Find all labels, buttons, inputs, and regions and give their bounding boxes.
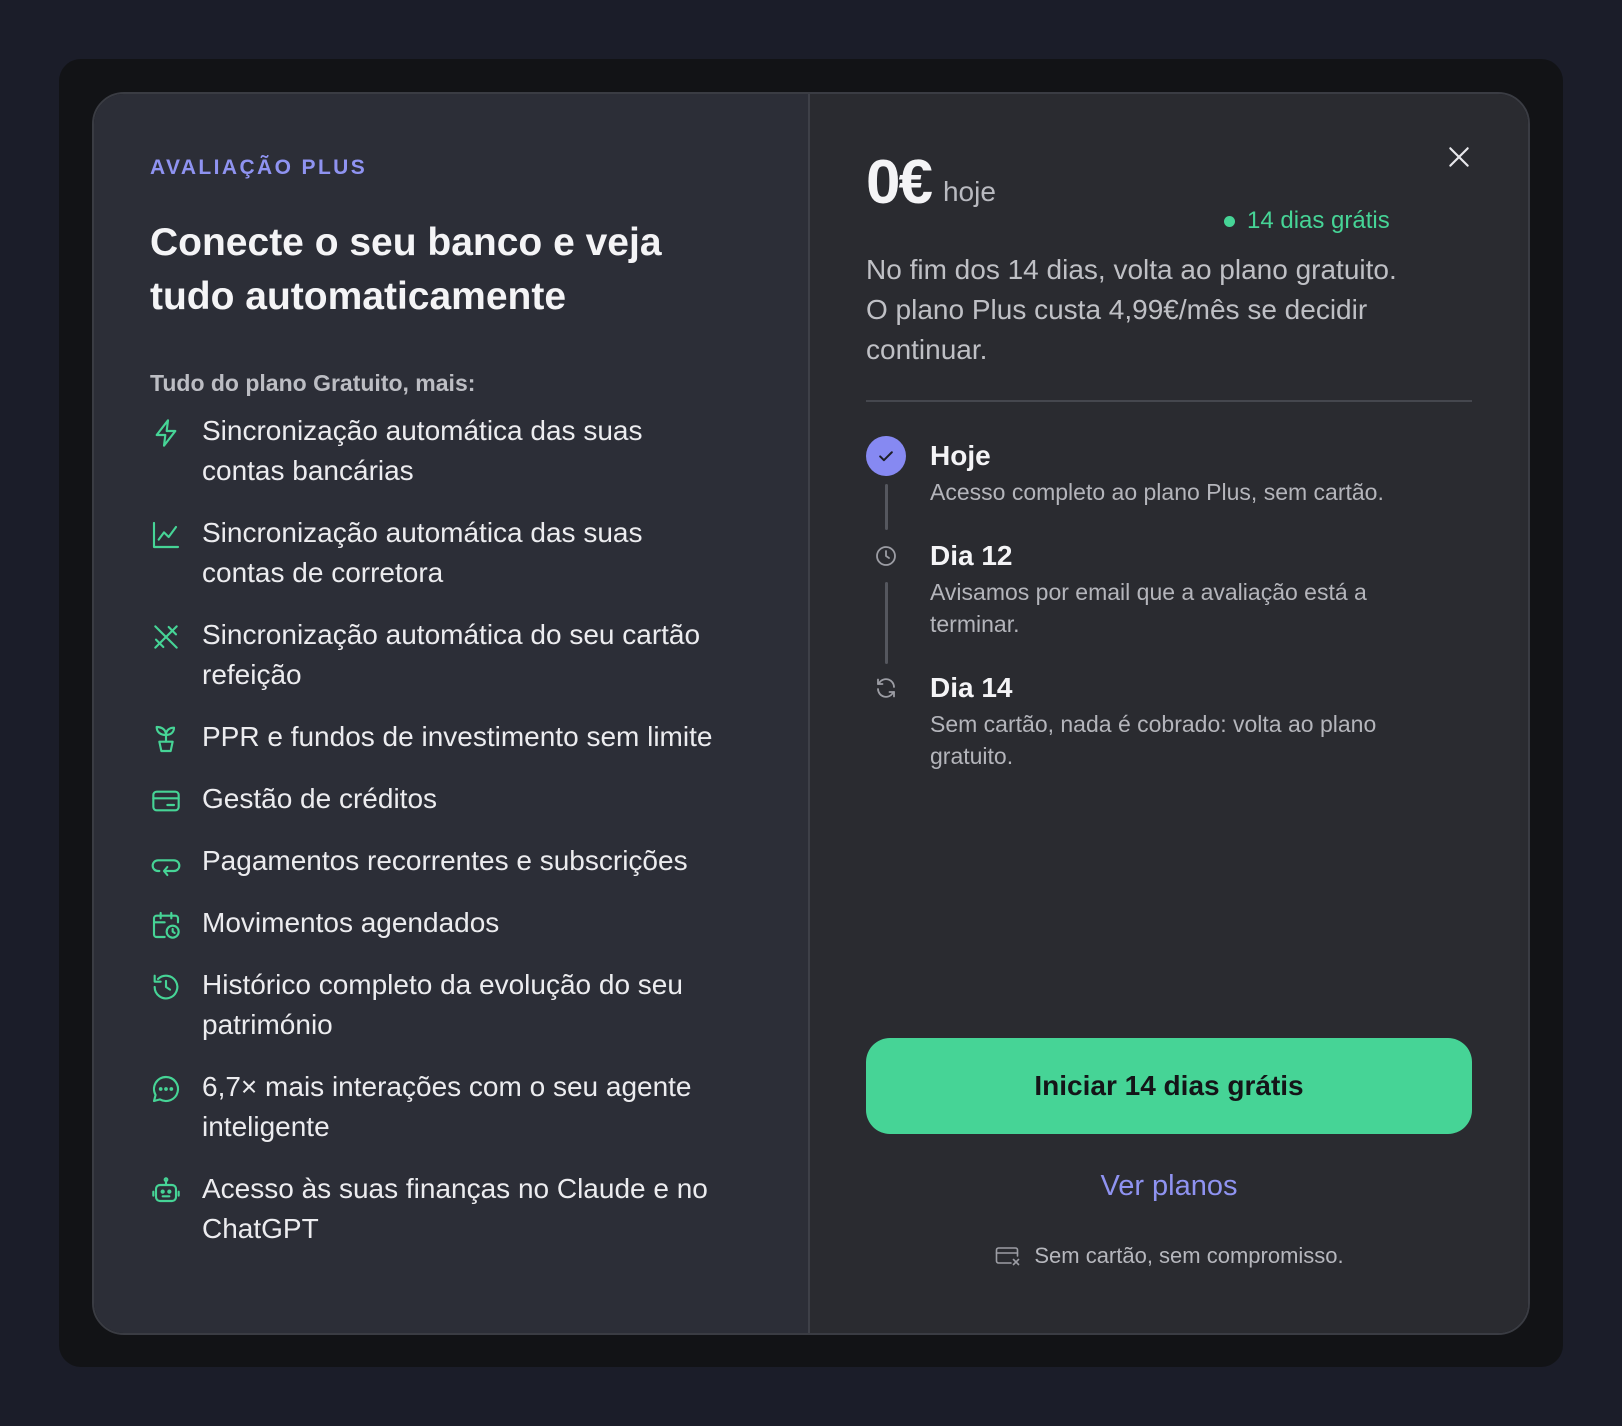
feature-text: PPR e fundos de investimento sem limite (202, 721, 713, 752)
trial-timeline: Hoje Acesso completo ao plano Plus, sem … (866, 436, 1472, 772)
feature-text: Histórico completo da evolução do seu pa… (202, 969, 683, 1040)
trial-badge-label: 14 dias grátis (1247, 207, 1390, 234)
trial-summary-panel: 0€ hoje 14 dias grátis No fim dos 14 dia… (810, 94, 1528, 1333)
feature-item: 6,7× mais interações com o seu agente in… (150, 1067, 752, 1147)
price-amount: 0€ (866, 148, 933, 217)
trial-badge: 14 dias grátis (1224, 207, 1390, 235)
feature-item: Sincronização automática das suas contas… (150, 411, 752, 491)
feature-item: Sincronização automática do seu cartão r… (150, 615, 752, 695)
utensils-icon (150, 621, 182, 653)
price-row: 0€ hoje (866, 152, 1472, 214)
close-icon (1449, 147, 1469, 167)
timeline-step-day12: Dia 12 Avisamos por email que a avaliaçã… (866, 536, 1472, 640)
timeline-step-desc: Sem cartão, nada é cobrado: volta ao pla… (930, 711, 1377, 769)
feature-text: 6,7× mais interações com o seu agente in… (202, 1071, 692, 1142)
feature-text: Movimentos agendados (202, 907, 500, 938)
timeline-step-title: Hoje (930, 440, 991, 471)
features-subhead: Tudo do plano Gratuito, mais: (150, 370, 476, 396)
view-plans-link[interactable]: Ver planos (866, 1170, 1472, 1203)
trial-modal: AVALIAÇÃO PLUS Conecte o seu banco e vej… (92, 92, 1530, 1335)
timeline-step-title: Dia 14 (930, 672, 1013, 703)
feature-text: Sincronização automática do seu cartão r… (202, 619, 701, 690)
close-button[interactable] (1446, 144, 1472, 170)
feature-text: Gestão de créditos (202, 783, 438, 814)
feature-text: Pagamentos recorrentes e subscrições (202, 845, 688, 876)
eyebrow-label: AVALIAÇÃO PLUS (150, 156, 368, 179)
start-trial-button[interactable]: Iniciar 14 dias grátis (866, 1038, 1472, 1134)
feature-text: Acesso às suas finanças no Claude e no C… (202, 1173, 708, 1244)
trial-description: No fim dos 14 dias, volta ao plano gratu… (866, 254, 1397, 365)
sprout-icon (150, 723, 182, 755)
feature-item: Movimentos agendados (150, 903, 752, 943)
timeline-step-desc: Acesso completo ao plano Plus, sem cartã… (930, 479, 1384, 505)
feature-list: Sincronização automática das suas contas… (150, 411, 752, 1249)
no-commitment-note: Sem cartão, sem compromisso. (866, 1243, 1472, 1269)
timeline-step-today: Hoje Acesso completo ao plano Plus, sem … (866, 436, 1472, 508)
feature-text: Sincronização automática das suas contas… (202, 415, 643, 486)
plan-features-panel: AVALIAÇÃO PLUS Conecte o seu banco e vej… (94, 94, 810, 1333)
price-period: hoje (942, 176, 996, 207)
feature-item: Gestão de créditos (150, 779, 752, 819)
feature-item: Histórico completo da evolução do seu pa… (150, 965, 752, 1045)
robot-icon (150, 1175, 182, 1207)
credit-card-icon (150, 785, 182, 817)
timeline-step-desc: Avisamos por email que a avaliação está … (930, 579, 1367, 637)
check-icon (866, 436, 906, 476)
feature-text: Sincronização automática das suas contas… (202, 517, 643, 588)
feature-item: Sincronização automática das suas contas… (150, 513, 752, 593)
modal-headline: Conecte o seu banco e veja tudo automati… (150, 221, 662, 318)
bolt-icon (150, 417, 182, 449)
history-icon (150, 971, 182, 1003)
feature-item: PPR e fundos de investimento sem limite (150, 717, 752, 757)
chart-line-icon (150, 519, 182, 551)
divider (866, 400, 1472, 402)
feature-item: Pagamentos recorrentes e subscrições (150, 841, 752, 881)
clock-icon (874, 544, 898, 568)
repeat-icon (150, 847, 182, 879)
footnote-text: Sem cartão, sem compromisso. (1034, 1243, 1344, 1268)
timeline-step-day14: Dia 14 Sem cartão, nada é cobrado: volta… (866, 668, 1472, 772)
card-off-icon (994, 1244, 1022, 1268)
message-icon (150, 1073, 182, 1105)
status-dot-icon (1224, 215, 1235, 227)
feature-item: Acesso às suas finanças no Claude e no C… (150, 1169, 752, 1249)
refresh-icon (874, 676, 898, 700)
timeline-step-title: Dia 12 (930, 540, 1013, 571)
calendar-clock-icon (150, 909, 182, 941)
